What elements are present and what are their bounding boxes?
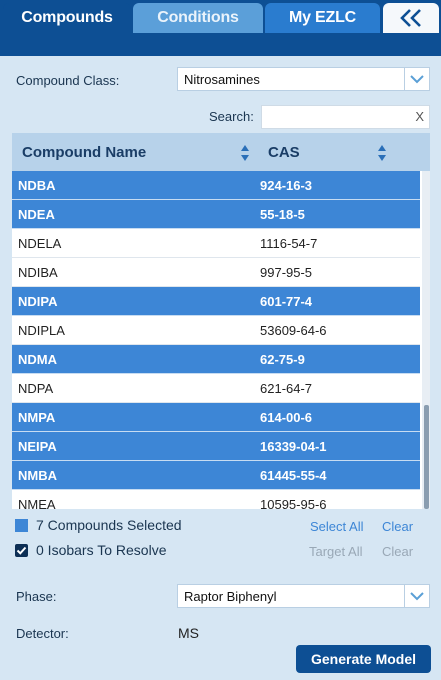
phase-label: Phase:	[16, 589, 57, 604]
table-row[interactable]: NDEA 55-18-5	[12, 200, 420, 229]
clear-targets-link[interactable]: Clear	[382, 544, 413, 559]
table-row[interactable]: NDELA 1116-54-7	[12, 229, 420, 258]
compound-name-cell: NDBA	[18, 178, 56, 193]
table-row[interactable]: NEIPA 16339-04-1	[12, 432, 420, 461]
table-row[interactable]: NDIBA 997-95-5	[12, 258, 420, 287]
isobars-text: 0 Isobars To Resolve	[36, 542, 167, 558]
tab-my-ezlc[interactable]: My EZLC	[265, 3, 380, 33]
cas-cell: 1116-54-7	[260, 236, 318, 251]
check-icon	[16, 546, 27, 555]
detector-value: MS	[178, 625, 199, 641]
compound-name-cell: NDIPLA	[18, 323, 65, 338]
cas-cell: 614-00-6	[260, 410, 313, 425]
sort-icon[interactable]	[377, 144, 387, 162]
cas-cell: 621-64-7	[260, 381, 313, 396]
cas-cell: 924-16-3	[260, 178, 313, 193]
compound-name-cell: NMBA	[18, 468, 57, 483]
detector-label: Detector:	[16, 626, 69, 641]
table-body: NDBA 924-16-3 NDEA 55-18-5 NDELA 1116-54-7 NDI…	[12, 171, 420, 509]
table-row[interactable]: NMBA 61445-55-4	[12, 461, 420, 490]
isobars-checkbox[interactable]	[15, 544, 28, 557]
cas-cell: 10595-95-6	[260, 497, 327, 509]
target-all-link[interactable]: Target All	[309, 544, 362, 559]
double-chevron-left-icon	[400, 9, 421, 27]
chevron-down-icon[interactable]	[404, 68, 429, 90]
compound-name-cell: NEIPA	[18, 439, 57, 454]
compound-name-cell: NDMA	[18, 352, 57, 367]
table-header: Compound Name CAS	[12, 133, 430, 171]
compound-name-cell: NDELA	[18, 236, 62, 251]
sort-icon[interactable]	[240, 144, 250, 162]
table-row[interactable]: NDMA 62-75-9	[12, 345, 420, 374]
compound-name-cell: NDIPA	[18, 294, 58, 309]
search-input[interactable]	[266, 107, 410, 129]
cas-cell: 55-18-5	[260, 207, 305, 222]
column-header-compound-name[interactable]: Compound Name	[22, 144, 146, 161]
column-header-cas[interactable]: CAS	[268, 144, 300, 161]
clear-selection-link[interactable]: Clear	[382, 519, 413, 534]
collapse-panel-button[interactable]	[383, 3, 439, 33]
select-all-link[interactable]: Select All	[310, 519, 363, 534]
table-row[interactable]: NDIPA 601-77-4	[12, 287, 420, 316]
cas-cell: 997-95-5	[260, 265, 313, 280]
compound-class-value: Nitrosamines	[184, 72, 260, 87]
generate-model-button[interactable]: Generate Model	[296, 645, 431, 673]
table-row[interactable]: NDPA 621-64-7	[12, 374, 420, 403]
cas-cell: 61445-55-4	[260, 468, 327, 483]
cas-cell: 53609-64-6	[260, 323, 327, 338]
table-row[interactable]: NDBA 924-16-3	[12, 171, 420, 200]
compound-name-cell: NDPA	[18, 381, 54, 396]
table-scrollbar-thumb[interactable]	[424, 405, 429, 509]
compound-name-cell: NMEA	[18, 497, 56, 509]
selected-indicator	[15, 519, 28, 532]
clear-search-icon[interactable]: X	[415, 109, 424, 124]
compound-table: Compound Name CAS NDBA 924-16-3 NDEA 55-18-…	[12, 133, 430, 509]
search-label: Search:	[209, 109, 254, 124]
phase-select[interactable]: Raptor Biphenyl	[177, 584, 430, 608]
compound-name-cell: NMPA	[18, 410, 56, 425]
cas-cell: 16339-04-1	[260, 439, 327, 454]
search-box: X	[261, 105, 430, 129]
tab-compounds[interactable]: Compounds	[3, 3, 131, 33]
table-row[interactable]: NMEA 10595-95-6	[12, 490, 420, 509]
phase-value: Raptor Biphenyl	[184, 589, 277, 604]
table-row[interactable]: NDIPLA 53609-64-6	[12, 316, 420, 345]
chevron-down-icon[interactable]	[404, 585, 429, 607]
cas-cell: 62-75-9	[260, 352, 305, 367]
compound-name-cell: NDEA	[18, 207, 55, 222]
table-row[interactable]: NMPA 614-00-6	[12, 403, 420, 432]
compound-name-cell: NDIBA	[18, 265, 58, 280]
tab-conditions[interactable]: Conditions	[133, 3, 263, 33]
compounds-selected-text: 7 Compounds Selected	[36, 517, 182, 533]
cas-cell: 601-77-4	[260, 294, 313, 309]
tab-bar: Compounds Conditions My EZLC	[0, 0, 441, 56]
compound-class-select[interactable]: Nitrosamines	[177, 67, 430, 91]
compound-class-label: Compound Class:	[16, 73, 120, 88]
